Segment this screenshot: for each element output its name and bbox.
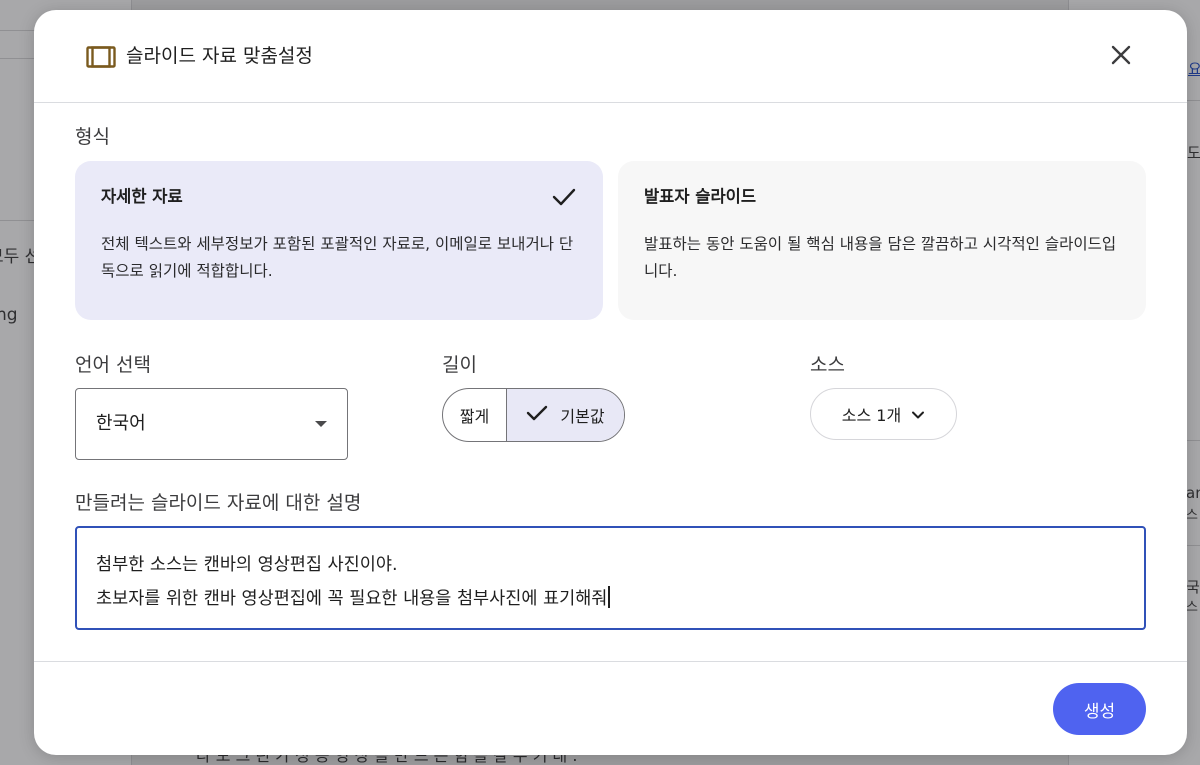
- language-select[interactable]: 한국어: [75, 388, 348, 460]
- length-option-label: 기본값: [560, 407, 605, 426]
- description-text: 초보자를 위한 캔바 영상편집에 꼭 필요한 내용을 첨부사진에 표기해줘: [96, 589, 608, 609]
- background-text: an: [1186, 484, 1200, 502]
- background-text: 스: [1186, 508, 1198, 523]
- format-option-description: 발표하는 동안 도움이 될 핵심 내용을 담은 깔끔하고 시각적인 슬라이드입니…: [644, 235, 1117, 280]
- language-label: 언어 선택: [75, 354, 151, 376]
- slides-icon: [86, 46, 116, 68]
- description-text-line: 첨부한 소스는 캔바의 영상편집 사진이야.: [96, 555, 398, 575]
- format-option-presenter[interactable]: 발표자 슬라이드 발표하는 동안 도움이 될 핵심 내용을 담은 깔끔하고 시각…: [618, 161, 1146, 320]
- generate-button-label: 생성: [1083, 701, 1116, 722]
- dialog-title: 슬라이드 자료 맞춤설정: [126, 45, 313, 67]
- close-icon: [1111, 45, 1131, 69]
- format-option-description: 전체 텍스트와 세부정보가 포함된 포괄적인 자료로, 이메일로 보내거나 단독…: [101, 235, 574, 280]
- close-button[interactable]: [1104, 40, 1138, 74]
- customize-slides-dialog: 슬라이드 자료 맞춤설정 형식 자세한 자료 전체 텍스트와 세부정보가 포함된…: [34, 10, 1187, 755]
- generate-button[interactable]: 생성: [1053, 683, 1146, 735]
- format-option-detailed[interactable]: 자세한 자료 전체 텍스트와 세부정보가 포함된 포괄적인 자료로, 이메일로 …: [75, 161, 603, 320]
- length-option-label: 짧게: [459, 407, 490, 426]
- background-link: 요: [1188, 60, 1200, 78]
- background-text: ng: [0, 305, 18, 325]
- checkmark-icon: [551, 185, 577, 209]
- format-option-title: 자세한 자료: [101, 187, 183, 206]
- chevron-down-icon: [911, 405, 925, 424]
- checkmark-icon: [526, 404, 548, 426]
- description-label: 만들려는 슬라이드 자료에 대한 설명: [75, 492, 362, 514]
- source-dropdown-button[interactable]: 소스 1개: [810, 388, 957, 440]
- source-label: 소스: [810, 354, 845, 376]
- footer-divider: [34, 661, 1187, 662]
- text-cursor: [608, 586, 610, 608]
- description-textarea[interactable]: 첨부한 소스는 캔바의 영상편집 사진이야. 초보자를 위한 캔바 영상편집에 …: [75, 526, 1146, 630]
- format-label: 형식: [75, 126, 110, 148]
- description-text-line: 초보자를 위한 캔바 영상편집에 꼭 필요한 내용을 첨부사진에 표기해줘: [96, 582, 1125, 616]
- format-option-title: 발표자 슬라이드: [644, 187, 757, 206]
- background-text: 도: [1187, 144, 1200, 162]
- source-button-label: 소스 1개: [841, 406, 902, 425]
- length-label: 길이: [442, 354, 477, 376]
- length-toggle: 짧게 기본값: [442, 388, 625, 442]
- length-option-short[interactable]: 짧게: [443, 389, 507, 441]
- language-select-value: 한국어: [96, 413, 146, 434]
- dropdown-arrow-icon: [315, 421, 327, 427]
- background-text: 스: [1186, 600, 1198, 615]
- length-option-default[interactable]: 기본값: [507, 389, 624, 441]
- background-text: 국: [1186, 578, 1200, 596]
- dialog-header: 슬라이드 자료 맞춤설정: [34, 10, 1187, 103]
